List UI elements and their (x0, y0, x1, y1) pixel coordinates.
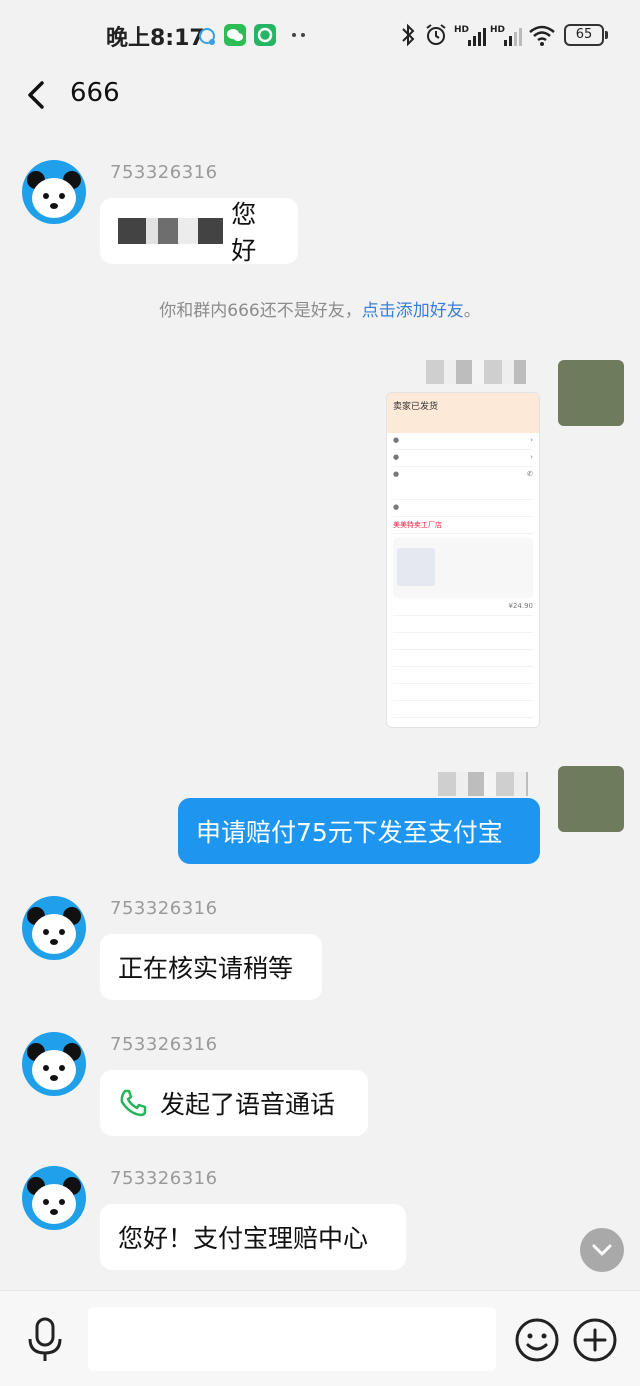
sender-name: 753326316 (110, 898, 218, 919)
notice-end: 。 (463, 301, 481, 321)
shot-row (393, 721, 533, 727)
shot-header: 卖家已发货 (387, 393, 539, 433)
input-bar (0, 1290, 640, 1386)
my-message-bubble[interactable]: 申请赔付75元下发至支付宝 (178, 798, 540, 864)
wechat-notification-icon (224, 24, 246, 46)
sender-name: 753326316 (110, 1168, 218, 1189)
avatar[interactable] (22, 160, 86, 224)
phone-icon (120, 1089, 147, 1117)
shot-row: ¥24.90 (393, 602, 533, 616)
self-avatar[interactable] (558, 766, 624, 832)
message-text: 您好！支付宝理赔中心 (118, 1224, 369, 1253)
emoji-icon[interactable] (514, 1317, 560, 1363)
back-arrow-icon[interactable] (20, 78, 54, 112)
panda-avatar-icon (27, 1043, 81, 1090)
avatar[interactable] (22, 1032, 86, 1096)
voice-call-bubble[interactable]: 发起了语音通话 (100, 1070, 368, 1136)
sender-name: 753326316 (110, 162, 218, 183)
add-friend-link[interactable]: 点击添加好友 (362, 301, 464, 321)
shot-row: ● (393, 503, 533, 517)
notice-text: 你和群内666还不是好友， (159, 301, 362, 321)
svg-text:HD: HD (454, 25, 469, 35)
message-text: 您好 (231, 200, 257, 265)
shot-row (393, 704, 533, 718)
message-bubble[interactable]: 您好 (100, 198, 298, 265)
self-sender-name (438, 772, 528, 796)
self-avatar[interactable] (558, 360, 624, 426)
app-notification-icon (254, 24, 276, 46)
message-bubble[interactable]: 正在核实请稍等 (100, 934, 322, 1000)
message-text: 正在核实请稍等 (118, 954, 294, 983)
avatar[interactable] (22, 1166, 86, 1230)
qq-notification-icon (199, 28, 215, 45)
status-bar: 晚上8:17 HD HD 65 (0, 0, 640, 70)
shot-row: ● › (393, 453, 533, 467)
scroll-to-bottom-button[interactable] (580, 1228, 624, 1272)
shot-price: ¥24.90 (508, 602, 534, 610)
more-notifications-icon (292, 33, 305, 37)
alarm-icon (426, 24, 446, 45)
sender-name: 753326316 (110, 1034, 218, 1055)
shot-row (393, 687, 533, 701)
signal-hd-1-icon: HD (454, 25, 486, 46)
shot-row (393, 619, 533, 633)
shot-shop: 美美特卖工厂店 (393, 521, 442, 529)
shot-product-card (393, 538, 533, 598)
self-sender-name (426, 360, 526, 384)
shot-title: 卖家已发货 (393, 402, 439, 412)
microphone-icon[interactable] (24, 1317, 66, 1363)
chevron-down-icon (592, 1244, 612, 1256)
message-text: 发起了语音通话 (160, 1090, 336, 1119)
chat-header: 666 (0, 70, 640, 120)
panda-avatar-icon (27, 171, 81, 218)
svg-text:HD: HD (490, 25, 505, 35)
chat-title: 666 (70, 78, 120, 108)
shot-row (393, 636, 533, 650)
bluetooth-icon (402, 23, 415, 47)
wifi-icon (529, 25, 555, 46)
shot-row: ● ✆ (393, 470, 533, 500)
panda-avatar-icon (27, 907, 81, 954)
avatar[interactable] (22, 896, 86, 960)
status-time: 晚上8:17 (106, 26, 205, 51)
plus-icon[interactable] (572, 1317, 618, 1363)
shot-row: ● › (393, 436, 533, 450)
shot-shop-row: 美美特卖工厂店 (393, 520, 533, 534)
message-text: 申请赔付75元下发至支付宝 (196, 818, 503, 847)
shot-row (393, 670, 533, 684)
image-message[interactable]: 卖家已发货 ● › ● › ● ✆ ● 美美特卖工厂店 ¥24.90 (386, 392, 540, 728)
message-input[interactable] (88, 1307, 496, 1371)
message-bubble[interactable]: 您好！支付宝理赔中心 (100, 1204, 406, 1270)
battery-indicator: 65 (564, 24, 608, 46)
signal-hd-2-icon: HD (490, 25, 522, 46)
not-friend-notice: 你和群内666还不是好友，点击添加好友。 (0, 296, 640, 321)
shot-row (393, 653, 533, 667)
redacted-text (118, 218, 224, 244)
panda-avatar-icon (27, 1177, 81, 1224)
